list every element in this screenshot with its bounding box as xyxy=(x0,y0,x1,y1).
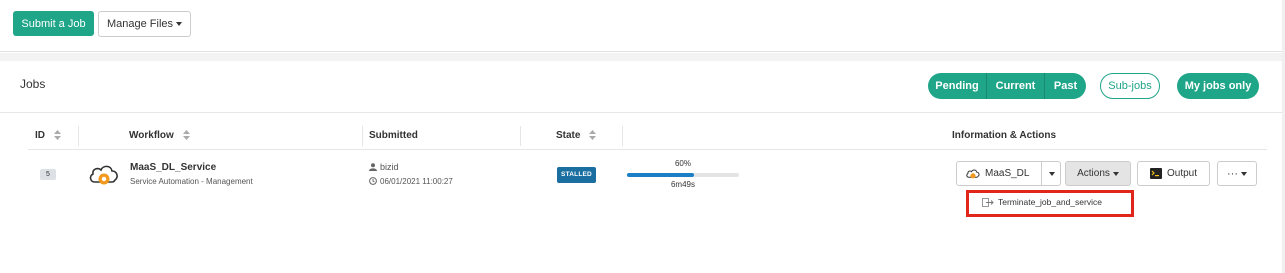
sort-icon xyxy=(589,130,597,141)
output-label: Output xyxy=(1166,168,1198,179)
more-options-button[interactable]: ··· xyxy=(1217,161,1257,186)
progress-duration: 6m49s xyxy=(670,180,695,189)
manage-files-label: Manage Files xyxy=(106,18,174,30)
column-separator xyxy=(520,126,521,146)
progress-bar-fill xyxy=(627,173,695,177)
sort-icon xyxy=(182,130,190,141)
column-separator xyxy=(362,126,363,146)
clock-icon xyxy=(369,177,377,185)
job-id-badge: 5 xyxy=(40,169,56,180)
divider xyxy=(0,112,1282,113)
output-button[interactable]: Output xyxy=(1137,161,1210,186)
page-title: Jobs xyxy=(20,77,46,91)
progress-bar xyxy=(627,173,739,177)
user-icon xyxy=(369,163,377,171)
caret-down-icon xyxy=(1112,171,1119,176)
workflow-name[interactable]: MaaS_DL_Service xyxy=(130,162,216,173)
state-badge: STALLED xyxy=(557,167,596,183)
column-header-workflow-label: Workflow xyxy=(129,130,174,141)
submitted-date: 06/01/2021 11:00:27 xyxy=(369,177,453,186)
maas-service-button-group: MaaS_DL xyxy=(956,161,1061,186)
maas-service-label: MaaS_DL xyxy=(985,168,1030,179)
actions-dropdown-button[interactable]: Actions xyxy=(1065,161,1131,186)
submit-job-button[interactable]: Submit a Job xyxy=(13,11,94,36)
actions-label: Actions xyxy=(1077,168,1110,179)
workflow-bucket: Service Automation - Management xyxy=(130,177,253,186)
caret-down-icon xyxy=(1241,171,1247,176)
caret-down-icon xyxy=(176,22,183,27)
filter-past-button[interactable]: Past xyxy=(1045,73,1086,99)
terminate-label: Terminate_job_and_service xyxy=(998,197,1102,207)
maas-service-button[interactable]: MaaS_DL xyxy=(957,162,1041,185)
submitted-user-name: bizid xyxy=(380,162,399,172)
sort-icon xyxy=(53,130,61,141)
subjobs-toggle[interactable]: Sub-jobs xyxy=(1100,73,1160,99)
column-header-id[interactable]: ID xyxy=(35,130,61,141)
terminate-job-and-service-item[interactable]: Terminate_job_and_service xyxy=(982,197,1102,207)
top-toolbar: Submit a Job Manage Files xyxy=(0,0,1285,52)
filter-pending-button[interactable]: Pending xyxy=(928,73,987,99)
terminal-icon xyxy=(1149,168,1162,179)
filter-current-button[interactable]: Current xyxy=(987,73,1045,99)
service-cloud-icon xyxy=(966,169,980,178)
column-header-submitted: Submitted xyxy=(369,130,418,141)
submitted-date-text: 06/01/2021 11:00:27 xyxy=(380,177,453,186)
manage-files-button[interactable]: Manage Files xyxy=(98,11,191,37)
my-jobs-only-toggle[interactable]: My jobs only xyxy=(1177,73,1259,99)
terminate-icon xyxy=(982,197,994,207)
submitted-user: bizid xyxy=(369,162,399,172)
table-header-divider xyxy=(28,149,1267,150)
column-separator xyxy=(78,126,79,146)
section-divider xyxy=(0,53,1285,61)
more-options-label: ··· xyxy=(1227,167,1238,180)
job-filter-group: Pending Current Past xyxy=(928,73,1086,99)
column-header-info: Information & Actions xyxy=(952,130,1057,141)
workflow-cloud-icon xyxy=(89,165,118,185)
maas-dropdown-toggle[interactable] xyxy=(1041,162,1061,185)
column-header-workflow[interactable]: Workflow xyxy=(129,130,190,141)
progress-percent: 60% xyxy=(674,159,691,168)
column-header-id-label: ID xyxy=(35,130,45,141)
caret-down-icon xyxy=(1048,171,1055,176)
column-header-state-label: State xyxy=(556,130,581,141)
column-separator xyxy=(622,126,623,146)
column-header-state[interactable]: State xyxy=(556,130,597,141)
